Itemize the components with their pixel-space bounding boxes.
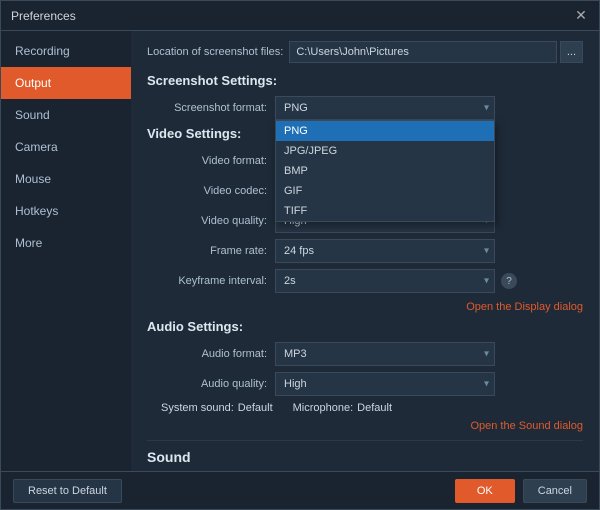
sidebar-item-hotkeys[interactable]: Hotkeys	[1, 195, 131, 227]
keyframe-help-icon[interactable]: ?	[501, 273, 517, 289]
keyframe-row: Keyframe interval: 2s ▾ ?	[147, 269, 583, 293]
preferences-window: Preferences ✕ Recording Output Sound Cam…	[0, 0, 600, 510]
screenshot-settings-section: Screenshot Settings: Screenshot format: …	[147, 73, 583, 120]
audio-settings-section: Audio Settings: Audio format: MP3 ▾ Audi…	[147, 319, 583, 432]
keyframe-dropdown[interactable]: 2s	[275, 269, 495, 293]
keyframe-dropdown-container: 2s ▾	[275, 269, 495, 293]
video-codec-label: Video codec:	[147, 185, 267, 197]
screenshot-format-label: Screenshot format:	[147, 102, 267, 114]
frame-rate-dropdown[interactable]: 24 fps	[275, 239, 495, 263]
footer-right: OK Cancel	[455, 479, 587, 503]
sound-section: Sound System sound:	[147, 449, 583, 471]
microphone-info-value: Default	[357, 402, 392, 414]
sidebar-item-recording[interactable]: Recording	[1, 35, 131, 67]
audio-format-label: Audio format:	[147, 348, 267, 360]
screenshot-path-input[interactable]	[289, 41, 556, 63]
video-quality-label: Video quality:	[147, 215, 267, 227]
screenshot-files-row: Location of screenshot files: ...	[147, 41, 583, 63]
sidebar-item-mouse[interactable]: Mouse	[1, 163, 131, 195]
close-button[interactable]: ✕	[573, 8, 589, 24]
audio-quality-label: Audio quality:	[147, 378, 267, 390]
option-tiff[interactable]: TIFF	[276, 201, 494, 221]
window-title: Preferences	[11, 9, 76, 23]
open-sound-dialog-link[interactable]: Open the Sound dialog	[470, 420, 583, 432]
main-content: Recording Output Sound Camera Mouse Hotk…	[1, 31, 599, 471]
sidebar-item-more[interactable]: More	[1, 227, 131, 259]
sidebar-item-recording-label: Recording	[15, 44, 70, 58]
option-jpg[interactable]: JPG/JPEG	[276, 141, 494, 161]
frame-rate-label: Frame rate:	[147, 245, 267, 257]
system-sound-info-value: Default	[238, 402, 273, 414]
audio-format-dropdown[interactable]: MP3	[275, 342, 495, 366]
video-format-label: Video format:	[147, 155, 267, 167]
sidebar-item-sound[interactable]: Sound	[1, 99, 131, 131]
screenshot-format-value: PNG	[284, 102, 308, 114]
option-bmp[interactable]: BMP	[276, 161, 494, 181]
screenshot-format-popup: PNG JPG/JPEG BMP GIF TIFF	[275, 120, 495, 222]
audio-settings-title: Audio Settings:	[147, 319, 583, 334]
ok-button[interactable]: OK	[455, 479, 515, 503]
option-png[interactable]: PNG	[276, 121, 494, 141]
microphone-info-label: Microphone:	[293, 402, 354, 414]
sidebar-item-camera-label: Camera	[15, 140, 58, 154]
audio-format-row: Audio format: MP3 ▾	[147, 342, 583, 366]
title-bar: Preferences ✕	[1, 1, 599, 31]
frame-rate-value: 24 fps	[284, 245, 314, 257]
reset-button[interactable]: Reset to Default	[13, 479, 122, 503]
sidebar-item-more-label: More	[15, 236, 42, 250]
display-dialog-link-row: Open the Display dialog	[147, 299, 583, 313]
content-area: Location of screenshot files: ... Screen…	[131, 31, 599, 471]
sidebar-item-mouse-label: Mouse	[15, 172, 51, 186]
sound-section-title: Sound	[147, 449, 583, 465]
section-divider	[147, 440, 583, 441]
footer: Reset to Default OK Cancel	[1, 471, 599, 509]
screenshot-format-dropdown[interactable]: PNG	[275, 96, 495, 120]
audio-quality-value: High	[284, 378, 307, 390]
keyframe-value: 2s	[284, 275, 296, 287]
sidebar-item-output[interactable]: Output	[1, 67, 131, 99]
open-display-dialog-link[interactable]: Open the Display dialog	[466, 301, 583, 313]
system-sound-info-row: System sound: Default Microphone: Defaul…	[147, 402, 583, 414]
frame-rate-row: Frame rate: 24 fps ▾	[147, 239, 583, 263]
option-gif[interactable]: GIF	[276, 181, 494, 201]
browse-button[interactable]: ...	[560, 41, 583, 63]
sound-dialog-link-row: Open the Sound dialog	[147, 418, 583, 432]
audio-quality-row: Audio quality: High ▾	[147, 372, 583, 396]
sidebar-item-camera[interactable]: Camera	[1, 131, 131, 163]
audio-quality-dropdown[interactable]: High	[275, 372, 495, 396]
screenshot-format-dropdown-container: PNG ▾ PNG JPG/JPEG BMP GIF TIFF	[275, 96, 495, 120]
sidebar-item-hotkeys-label: Hotkeys	[15, 204, 58, 218]
frame-rate-dropdown-container: 24 fps ▾	[275, 239, 495, 263]
sidebar-item-sound-label: Sound	[15, 108, 50, 122]
audio-quality-dropdown-container: High ▾	[275, 372, 495, 396]
sidebar-item-output-label: Output	[15, 76, 51, 90]
screenshot-format-row: Screenshot format: PNG ▾ PNG JPG/JPEG BM…	[147, 96, 583, 120]
sidebar: Recording Output Sound Camera Mouse Hotk…	[1, 31, 131, 471]
screenshot-settings-title: Screenshot Settings:	[147, 73, 583, 88]
screenshot-files-label: Location of screenshot files:	[147, 46, 283, 58]
audio-format-dropdown-container: MP3 ▾	[275, 342, 495, 366]
cancel-button[interactable]: Cancel	[523, 479, 587, 503]
keyframe-label: Keyframe interval:	[147, 275, 267, 287]
system-sound-info-label: System sound:	[161, 402, 234, 414]
audio-format-value: MP3	[284, 348, 307, 360]
